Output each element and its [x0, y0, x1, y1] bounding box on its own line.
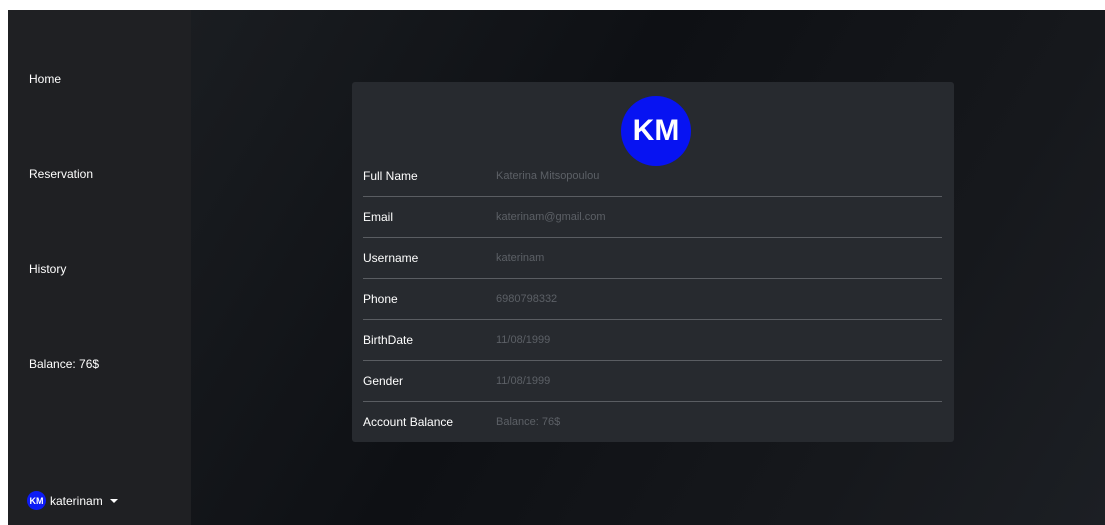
profile-row-birthdate: BirthDate 11/08/1999	[363, 319, 942, 361]
sidebar-item-history[interactable]: History	[29, 262, 66, 276]
avatar: KM	[27, 491, 46, 510]
profile-row-username: Username katerinam	[363, 237, 942, 279]
birthdate-value: 11/08/1999	[496, 333, 551, 346]
gender-value: 11/08/1999	[496, 374, 551, 387]
caret-down-icon	[109, 498, 118, 503]
profile-row-full-name: Full Name Katerina Mitsopoulou	[363, 155, 942, 197]
account-balance-label: Account Balance	[363, 414, 454, 429]
app-window: Home Reservation History Balance: 76$ KM…	[8, 10, 1105, 525]
sidebar-item-home[interactable]: Home	[29, 72, 61, 86]
full-name-label: Full Name	[363, 168, 418, 183]
phone-label: Phone	[363, 291, 398, 306]
profile-row-gender: Gender 11/08/1999	[363, 360, 942, 402]
profile-row-phone: Phone 6980798332	[363, 278, 942, 320]
username-value: katerinam	[496, 251, 545, 264]
profile-row-account-balance: Account Balance Balance: 76$	[363, 401, 942, 442]
sidebar-item-reservation[interactable]: Reservation	[29, 167, 93, 181]
main-content: KM Full Name Katerina Mitsopoulou Email …	[191, 10, 1105, 525]
email-value: katerinam@gmail.com	[496, 210, 606, 223]
username-field-label: Username	[363, 250, 419, 265]
sidebar-item-balance[interactable]: Balance: 76$	[29, 357, 99, 371]
full-name-value: Katerina Mitsopoulou	[496, 169, 600, 182]
account-balance-value: Balance: 76$	[496, 415, 561, 428]
profile-card: KM Full Name Katerina Mitsopoulou Email …	[352, 82, 954, 442]
email-label: Email	[363, 209, 394, 224]
username-label: katerinam	[50, 493, 103, 508]
sidebar: Home Reservation History Balance: 76$ KM…	[8, 10, 191, 525]
phone-value: 6980798332	[496, 292, 558, 305]
profile-row-email: Email katerinam@gmail.com	[363, 196, 942, 238]
birthdate-label: BirthDate	[363, 332, 414, 347]
gender-label: Gender	[363, 373, 404, 388]
user-menu-dropdown[interactable]: KM katerinam	[27, 491, 118, 510]
